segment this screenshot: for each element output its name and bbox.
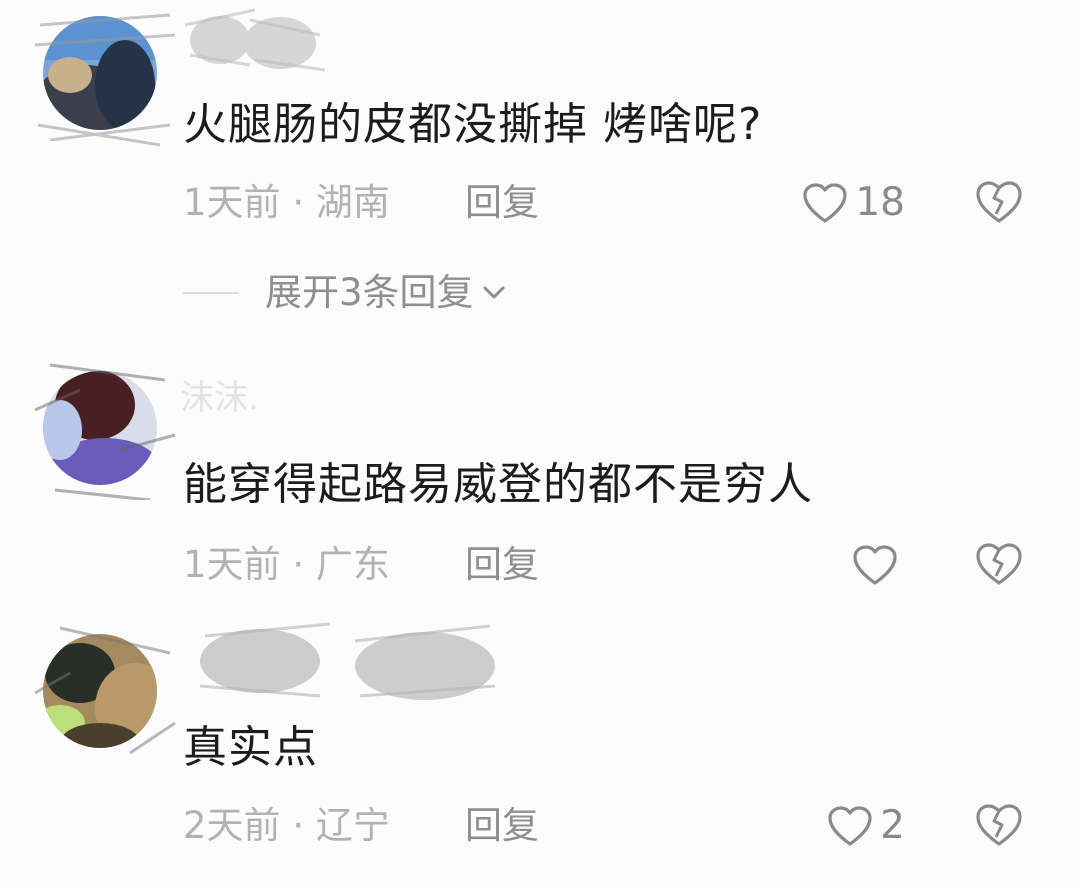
username-text: 沫沫. [180,378,259,418]
comment-time: 2天前 [183,804,281,847]
comment-list: 火腿肠的皮都没撕掉 烤啥呢? 1天前 · 湖南 回复 18 展开3条回复 沫沫.… [0,0,1080,888]
heart-icon [828,806,872,846]
broken-heart-icon [976,804,1022,846]
avatar[interactable] [30,350,180,500]
comment-text: 真实点 [183,722,318,773]
reply-button[interactable]: 回复 [465,540,539,590]
dislike-button[interactable] [972,801,1026,851]
meta-separator: · [292,804,305,847]
comment-text: 能穿得起路易威登的都不是穷人 [183,459,813,510]
username-blurred [180,616,510,700]
heart-icon [853,545,897,585]
username: 沫沫. [180,373,259,433]
dislike-button[interactable] [972,178,1026,228]
comment-location: 广东 [315,543,390,586]
comment-location: 湖南 [315,181,390,224]
comment-item: 真实点 2天前 · 辽宁 回复 2 [0,608,1080,888]
like-button[interactable] [851,540,905,590]
like-count: 2 [880,803,905,848]
comment-item: 火腿肠的皮都没撕掉 烤啥呢? 1天前 · 湖南 回复 18 展开3条回复 [0,0,1080,330]
meta-separator: · [292,543,305,586]
comment-meta: 1天前 · 广东 [183,540,390,590]
expand-replies-button[interactable]: 展开3条回复 [265,268,508,318]
dislike-button[interactable] [972,540,1026,590]
comment-text: 火腿肠的皮都没撕掉 烤啥呢? [183,99,763,150]
comment-time: 1天前 [183,543,281,586]
comment-time: 1天前 [183,181,281,224]
comment-location: 辽宁 [315,804,390,847]
heart-icon [803,183,847,223]
chevron-down-icon [483,286,505,299]
like-button[interactable]: 18 [801,178,905,228]
expand-replies-label: 展开3条回复 [265,271,474,314]
like-button[interactable]: 2 [826,801,905,851]
avatar[interactable] [30,5,180,155]
like-count: 18 [855,180,905,225]
comment-meta: 2天前 · 辽宁 [183,801,390,851]
username-blurred [180,5,340,72]
reply-button[interactable]: 回复 [465,801,539,851]
divider [183,292,239,294]
reply-button[interactable]: 回复 [465,178,539,228]
meta-separator: · [292,181,305,224]
broken-heart-icon [976,543,1022,585]
comment-meta: 1天前 · 湖南 [183,178,390,228]
broken-heart-icon [976,181,1022,223]
comment-item: 沫沫. 能穿得起路易威登的都不是穷人 1天前 · 广东 回复 [0,345,1080,600]
expand-replies-row: 展开3条回复 [183,268,508,318]
avatar[interactable] [30,613,180,763]
